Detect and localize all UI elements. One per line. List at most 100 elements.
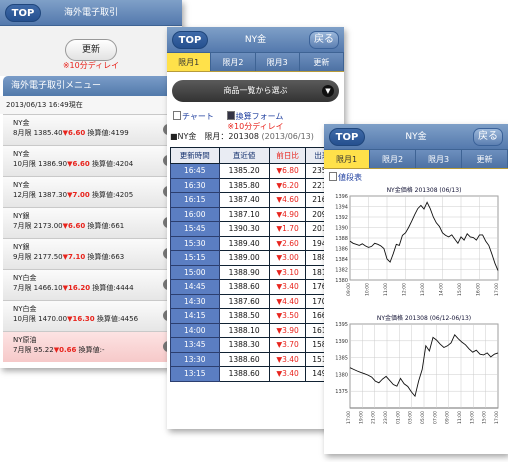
menu-item-change: ▼16.30: [67, 315, 95, 323]
menu-item[interactable]: NY銀9月限 2177.50▼7.10 換算値:663›: [3, 238, 179, 269]
menu-title: 海外電子取引メニュー: [3, 76, 179, 96]
menu-item-price: 9月限 2177.50: [13, 253, 63, 261]
x-tick-label: 09:00: [445, 411, 451, 424]
cell-time: 15:30: [170, 235, 220, 251]
cell-change: ▼4.40: [268, 293, 307, 309]
menu-screen: TOP 海外電子取引 更新 ※10分ディレイ 海外電子取引メニュー 2013/0…: [0, 0, 182, 368]
cell-last: 1388.10: [218, 322, 270, 338]
menu-item-change: ▼6.60: [67, 160, 90, 168]
tab-contract-3[interactable]: 限月3: [255, 53, 300, 71]
chart-title: NY金価格 201308 (06/13): [387, 186, 462, 194]
cell-last: 1390.30: [218, 221, 270, 237]
cell-last: 1387.10: [218, 206, 270, 222]
table-row: 14:30 1387.60 ▼4.40 1705: [170, 293, 338, 309]
y-tick-label: 1385: [335, 356, 348, 362]
cell-last: 1388.60: [218, 351, 270, 367]
menu-item[interactable]: NY白金7月限 1466.10▼16.20 換算値:4444›: [3, 269, 179, 300]
table-row: 15:00 1388.90 ▼3.10 1813: [170, 264, 338, 280]
menu-item-name: NY白金: [13, 305, 37, 313]
tab-contract-3[interactable]: 限月3: [416, 150, 462, 168]
conversion-form-link[interactable]: 換算フォーム: [236, 112, 284, 121]
menu-item-name: NY白金: [13, 274, 37, 282]
x-tick-label: 17:00: [494, 283, 500, 296]
menu-item[interactable]: NY金10月限 1386.90▼6.60 換算値:4204›: [3, 145, 179, 176]
x-tick-label: 17:00: [494, 411, 500, 424]
x-tick-label: 12:00: [402, 283, 408, 296]
cell-change: ▼3.00: [268, 250, 307, 266]
cell-last: 1387.60: [218, 293, 270, 309]
menu-item-detail: 7月限 95.22▼0.66 換算値:-: [13, 345, 179, 355]
table-row: 15:45 1390.30 ▼1.70 2014: [170, 221, 338, 237]
menu-item-detail: 12月限 1387.30▼7.00 換算値:4205: [13, 190, 179, 200]
x-tick-label: 13:00: [469, 411, 475, 424]
table-row: 14:00 1388.10 ▼3.90 1616: [170, 322, 338, 338]
menu-item[interactable]: NY銀7月限 2173.00▼6.60 換算値:661›: [3, 207, 179, 238]
refresh-button[interactable]: 更新: [65, 39, 117, 61]
menu-item[interactable]: NY金12月限 1387.30▼7.00 換算値:4205›: [3, 176, 179, 207]
cell-last: 1385.20: [218, 163, 270, 179]
cell-time: 15:00: [170, 264, 220, 280]
cell-change: ▼1.70: [268, 221, 307, 237]
x-tick-label: 15:00: [457, 283, 463, 296]
cell-change: ▼3.90: [268, 322, 307, 338]
tab-refresh[interactable]: 更新: [299, 53, 344, 71]
menu-item[interactable]: NY白金10月限 1470.00▼16.30 換算値:4456›: [3, 300, 179, 331]
menu-item-change: ▼7.10: [62, 253, 86, 261]
chart-link[interactable]: チャート: [182, 112, 214, 121]
product-select-label: 商品一覧から選ぶ: [223, 86, 288, 95]
menu-item[interactable]: NY原油7月限 95.22▼0.66 換算値:-›: [3, 331, 179, 362]
menu-item[interactable]: NY金8月限 1385.40▼6.60 換算値:4199›: [3, 114, 179, 145]
table-row: 14:45 1388.60 ▼3.40 1761: [170, 279, 338, 295]
tab-contract-2[interactable]: 限月2: [370, 150, 416, 168]
tab-contract-1[interactable]: 限月1: [324, 150, 370, 168]
cell-last: 1389.40: [218, 235, 270, 251]
x-tick-label: 11:00: [457, 411, 463, 424]
cell-time: 15:15: [170, 250, 220, 266]
tab-refresh[interactable]: 更新: [462, 150, 508, 168]
menu-item-converted: 換算値:-: [76, 346, 105, 354]
cell-time: 15:45: [170, 221, 220, 237]
y-tick-label: 1392: [335, 215, 348, 221]
menu-item-price: 7月限 2173.00: [13, 222, 63, 230]
cell-change: ▼3.40: [268, 366, 307, 382]
tab-contract-1[interactable]: 限月1: [167, 53, 212, 71]
x-tick-label: 11:00: [383, 283, 389, 296]
x-tick-label: 19:00: [358, 411, 364, 424]
menu-item-name: NY銀: [13, 243, 30, 251]
x-tick-label: 09:00: [346, 283, 352, 296]
y-tick-label: 1396: [335, 194, 348, 200]
menu-item-name: NY銀: [13, 212, 30, 220]
chart-screen: TOP NY金 戻る 限月1 限月2 限月3 更新 値段表 NY金価格 2013…: [324, 124, 508, 454]
cell-change: ▼3.40: [268, 279, 307, 295]
menu-item-name: NY金: [13, 119, 30, 127]
menu-item-change: ▼0.66: [53, 346, 77, 354]
cell-time: 16:45: [170, 163, 220, 179]
menu-item-price: 8月限 1385.40: [13, 129, 63, 137]
x-tick-label: 01:00: [395, 411, 401, 424]
cell-time: 14:15: [170, 308, 220, 324]
menu-item-converted: 換算値:4456: [94, 315, 139, 323]
cell-last: 1388.50: [218, 308, 270, 324]
menu-header-bar: TOP 海外電子取引: [0, 0, 182, 26]
product-select[interactable]: 商品一覧から選ぶ ▼: [172, 80, 339, 102]
back-button[interactable]: 戻る: [309, 31, 339, 49]
intraday-chart: NY金価格 201308 (06/13) 1396 1394 1392 1390 1388…: [335, 186, 500, 296]
table-row: 16:00 1387.10 ▼4.90 2097: [170, 206, 338, 222]
menu-item-change: ▼6.60: [62, 129, 86, 137]
x-tick-label: 14:00: [439, 283, 445, 296]
y-tick-label: 1395: [335, 322, 348, 328]
cell-time: 16:30: [170, 177, 220, 193]
chart-title: NY金価格 201308 (06/12-06/13): [377, 314, 471, 322]
menu-item-converted: 換算値:4204: [89, 160, 134, 168]
table-row: 13:45 1388.30 ▼3.70 1581: [170, 337, 338, 353]
tab-contract-2[interactable]: 限月2: [211, 53, 256, 71]
x-tick-label: 23:00: [383, 411, 389, 424]
menu-item-detail: 8月限 1385.40▼6.60 換算値:4199: [13, 128, 179, 138]
menu-item-name: NY原油: [13, 336, 37, 344]
back-button[interactable]: 戻る: [473, 128, 503, 146]
price-table-link[interactable]: 値段表: [338, 173, 362, 182]
table-row: 16:30 1385.80 ▼6.20 2212: [170, 177, 338, 193]
quotes-header-bar: TOP NY金 戻る: [167, 27, 344, 53]
menu-item-change: ▼7.00: [67, 191, 90, 199]
cell-change: ▼6.80: [268, 163, 307, 179]
